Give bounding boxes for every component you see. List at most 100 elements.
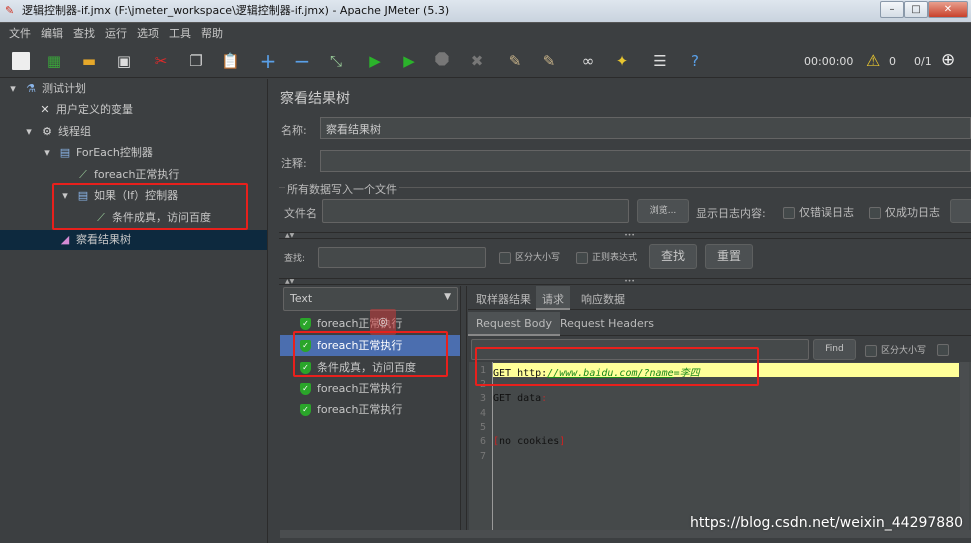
menu-search[interactable]: 查找 <box>68 23 100 44</box>
shutdown-icon[interactable]: ✖ <box>468 52 486 70</box>
filename-input[interactable] <box>322 199 629 223</box>
maximize-button[interactable]: □ <box>904 1 928 18</box>
success-only-checkbox[interactable]: 仅成功日志 <box>869 204 940 220</box>
tree-item-view-results-tree[interactable]: ◢ 察看结果树 <box>0 230 267 250</box>
warning-icon[interactable]: ⚠ <box>866 51 880 70</box>
warning-count: 0 <box>889 55 896 68</box>
chart-icon: ◢ <box>60 233 70 246</box>
tab-sampler-result[interactable]: 取样器结果 <box>476 291 531 307</box>
cut-icon[interactable]: ✂ <box>152 52 170 70</box>
title-bar: ✎ 逻辑控制器-if.jmx (F:\jmeter_workspace\逻辑控制… <box>0 0 971 22</box>
tab-request[interactable]: 请求 <box>536 286 570 310</box>
tools-icon: ✕ <box>40 103 50 116</box>
splitter-middle[interactable]: ▲▼ ••• <box>279 278 971 285</box>
tab-response-data[interactable]: 响应数据 <box>581 291 625 307</box>
test-plan-tree: ▾ ⚗ 测试计划 ✕ 用户定义的变量 ▾ ⚙ 线程组 ▾ ▤ ForEach控制器 ⟋ fore… <box>0 79 268 543</box>
find-button[interactable]: 查找 <box>649 244 697 269</box>
renderer-select[interactable]: Text ▼ <box>283 287 458 311</box>
name-field[interactable]: 察看结果树 <box>320 117 971 139</box>
search-label: 查找: <box>284 254 306 264</box>
body-regex-checkbox[interactable] <box>937 343 953 356</box>
elapsed-timer: 00:00:00 <box>804 55 854 68</box>
menu-run[interactable]: 运行 <box>100 23 132 44</box>
comment-field[interactable] <box>320 150 971 172</box>
start-icon[interactable]: ▶ <box>366 52 384 70</box>
case-sensitive-checkbox[interactable]: 区分大小写 <box>499 250 560 264</box>
body-case-checkbox[interactable]: 区分大小写 <box>865 343 926 357</box>
reset-button[interactable]: 重置 <box>705 244 753 269</box>
menu-bar: 文件 编辑 查找 运行 选项 工具 帮助 <box>0 22 971 44</box>
tab-request-headers[interactable]: Request Headers <box>560 317 654 330</box>
name-label: 名称: <box>281 124 307 137</box>
chevron-down-icon: ▼ <box>444 292 451 302</box>
function-helper-icon[interactable]: ☰ <box>651 52 669 70</box>
regex-checkbox[interactable]: 正则表达式 <box>576 250 637 264</box>
file-group-label: 所有数据写入一个文件 <box>285 181 399 197</box>
jmeter-feather-icon: ✎ <box>5 4 15 17</box>
success-shield-icon: ✓ <box>300 318 311 330</box>
horizontal-scrollbar[interactable] <box>280 530 971 538</box>
line-number: 4 <box>479 408 487 419</box>
search-input[interactable] <box>318 247 486 268</box>
errors-only-checkbox[interactable]: 仅错误日志 <box>783 204 854 220</box>
tree-item-test-plan[interactable]: ▾ ⚗ 测试计划 <box>6 79 86 99</box>
page-title: 察看结果树 <box>280 91 350 107</box>
paste-icon[interactable]: 📋 <box>221 52 240 70</box>
result-item[interactable]: ✓ foreach正常执行 <box>280 399 460 420</box>
annotation-box <box>293 331 448 377</box>
code-line-3: GET data: <box>493 393 548 404</box>
body-find-button[interactable]: Find <box>813 339 856 360</box>
tree-item-user-variables[interactable]: ✕ 用户定义的变量 <box>38 100 133 120</box>
menu-file[interactable]: 文件 <box>4 23 36 44</box>
window-title: 逻辑控制器-if.jmx (F:\jmeter_workspace\逻辑控制器-… <box>22 4 450 17</box>
start-no-pause-icon[interactable]: ▶ <box>400 52 418 70</box>
line-number: 6 <box>479 436 487 447</box>
request-subtabs: Request Body Request Headers <box>468 312 971 336</box>
clear-icon[interactable]: ✎ <box>506 52 524 70</box>
search-binoculars-icon[interactable]: ∞ <box>579 52 597 70</box>
splitter-vertical[interactable] <box>460 286 467 536</box>
open-icon[interactable]: ▬ <box>80 52 98 70</box>
browse-button[interactable]: 浏览... <box>637 199 689 223</box>
new-icon[interactable] <box>12 52 30 70</box>
toolbar: ▦ ▬ ▣ ✂ ❐ 📋 + − ⤡ ▶ ▶ ⯃ ✖ ✎ ✎ ∞ ✦ ☰ ? 00… <box>0 44 971 78</box>
copy-icon[interactable]: ❐ <box>187 52 205 70</box>
save-icon[interactable]: ▣ <box>115 52 133 70</box>
log-content-label: 显示日志内容: <box>696 207 766 220</box>
tree-item-foreach-controller[interactable]: ▾ ▤ ForEach控制器 <box>40 143 153 163</box>
flask-icon: ⚗ <box>26 82 36 95</box>
filename-label: 文件名 <box>284 207 317 220</box>
comment-label: 注释: <box>281 157 307 170</box>
help-icon[interactable]: ? <box>686 52 704 70</box>
thread-count: 0/1 <box>914 55 932 68</box>
annotation-box <box>52 183 248 230</box>
collapse-icon[interactable]: − <box>293 51 311 71</box>
menu-edit[interactable]: 编辑 <box>36 23 68 44</box>
result-item[interactable]: ✓ foreach正常执行 <box>280 378 460 399</box>
remote-globe-icon[interactable]: ⊕ <box>941 50 955 70</box>
toggle-icon[interactable]: ⤡ <box>327 52 345 70</box>
menu-tools[interactable]: 工具 <box>164 23 196 44</box>
success-shield-icon: ✓ <box>300 383 311 395</box>
editor-scrollbar[interactable] <box>960 362 969 530</box>
minimize-button[interactable]: – <box>880 1 904 18</box>
result-tabs: 取样器结果 请求 响应数据 <box>468 286 971 310</box>
splitter-top[interactable]: ▲▼ ••• <box>279 232 971 239</box>
pipette-icon: ⟋ <box>79 168 87 181</box>
configure-button[interactable] <box>950 199 971 223</box>
line-number: 3 <box>479 393 487 404</box>
clear-all-icon[interactable]: ✎ <box>540 52 558 70</box>
menu-help[interactable]: 帮助 <box>196 23 228 44</box>
tab-request-body[interactable]: Request Body <box>468 312 560 336</box>
templates-icon[interactable]: ▦ <box>45 52 63 70</box>
controller-icon: ▤ <box>59 146 71 159</box>
close-button[interactable]: ✕ <box>928 1 968 18</box>
expand-icon[interactable]: + <box>259 51 277 71</box>
success-shield-icon: ✓ <box>300 404 311 416</box>
stop-icon[interactable]: ⯃ <box>433 52 451 70</box>
reset-search-icon[interactable]: ✦ <box>613 52 631 70</box>
menu-options[interactable]: 选项 <box>132 23 164 44</box>
tree-item-thread-group[interactable]: ▾ ⚙ 线程组 <box>22 122 91 142</box>
watermark: https://blog.csdn.net/weixin_44297880 <box>690 515 964 531</box>
tree-item-foreach-sampler[interactable]: ⟋ foreach正常执行 <box>76 165 179 185</box>
